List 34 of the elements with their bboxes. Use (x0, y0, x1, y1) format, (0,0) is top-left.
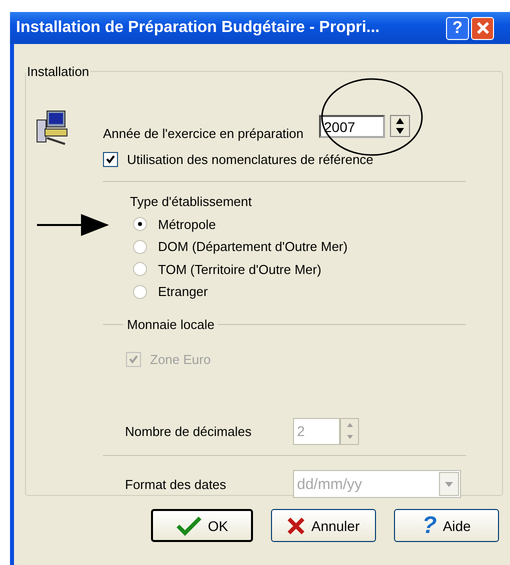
radio-button[interactable] (133, 284, 147, 299)
radio-button[interactable] (133, 262, 147, 276)
radio-label: DOM (Département d'Outre Mer) (158, 239, 348, 254)
year-spinner[interactable] (390, 115, 410, 137)
year-label: Année de l'exercice en préparation (103, 126, 305, 140)
computer-icon (35, 110, 69, 146)
ok-button[interactable]: OK (151, 509, 253, 542)
radio-label: Etranger (158, 284, 208, 300)
checkbox-label: Utilisation des nomenclatures de référence (127, 152, 374, 167)
checkmark-icon (129, 355, 138, 364)
dropdown-arrow-icon (445, 482, 453, 486)
decimals-spinner[interactable] (340, 418, 359, 444)
question-mark-icon: ? (422, 512, 437, 540)
year-field[interactable]: 2007 (319, 114, 385, 138)
checkbox[interactable] (103, 152, 118, 167)
radio-button[interactable] (133, 240, 147, 254)
radio-button[interactable] (133, 217, 147, 232)
radio-label: Métropole (158, 216, 216, 232)
section-label: Monnaie locale (127, 317, 214, 332)
window-title: Installation de Préparation Budgétaire - Propri... (16, 19, 381, 37)
checkbox-label: Zone Euro (150, 352, 211, 367)
cancel-button[interactable]: Annuler (271, 509, 376, 542)
close-icon (474, 20, 490, 36)
radio-label: TOM (Territoire d'Outre Mer) (158, 262, 322, 277)
cross-icon (287, 516, 306, 534)
decimals-label: Nombre de décimales (125, 424, 252, 438)
help-button[interactable]: ? Aide (394, 509, 499, 542)
annotation-arrow (37, 214, 109, 236)
section-label: Type d'établissement (130, 194, 253, 209)
close-button[interactable] (471, 16, 494, 40)
checkmark-icon (176, 516, 202, 536)
group-label: Installation (26, 64, 90, 79)
help-button[interactable]: ? (446, 16, 469, 40)
date-format-label: Format des dates (125, 476, 228, 492)
